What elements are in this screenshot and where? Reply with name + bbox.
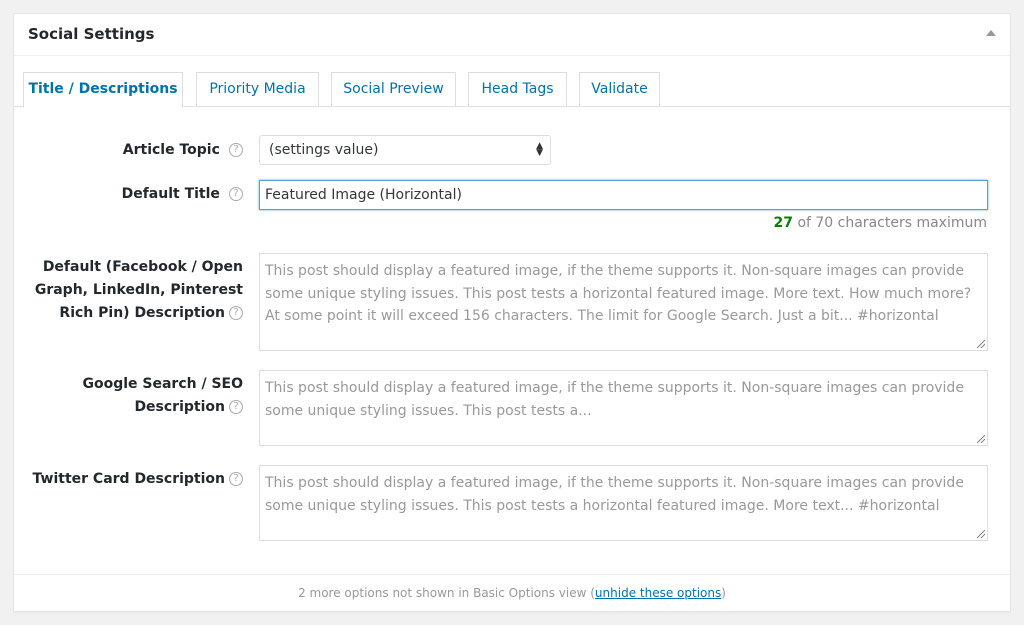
tab-head-tags[interactable]: Head Tags	[468, 72, 567, 107]
default-title-label-group: Default Title ?	[28, 183, 243, 206]
character-counter: 27 of 70 characters maximum	[774, 215, 987, 231]
resize-grip-icon[interactable]	[977, 435, 985, 443]
footer-text-end: )	[721, 586, 726, 600]
help-icon[interactable]: ?	[229, 472, 243, 486]
help-icon[interactable]: ?	[229, 186, 243, 201]
article-topic-select[interactable]: (settings value) ▲ ▼	[259, 135, 551, 165]
default-description-textarea[interactable]: This post should display a featured imag…	[259, 253, 988, 351]
tab-title-descriptions[interactable]: Title / Descriptions	[23, 72, 183, 108]
twitter-description-placeholder: This post should display a featured imag…	[265, 475, 964, 514]
default-description-label-line3: Rich Pin) Description	[59, 305, 225, 321]
tab-priority-media[interactable]: Priority Media	[196, 72, 319, 107]
resize-grip-icon[interactable]	[977, 530, 985, 538]
seo-description-label-line1: Google Search / SEO	[82, 376, 243, 392]
character-count: 27	[773, 215, 793, 231]
article-topic-value: (settings value)	[269, 142, 379, 158]
twitter-description-label-group: Twitter Card Description?	[28, 468, 243, 491]
panel-header: Social Settings	[14, 14, 1010, 56]
character-count-suffix: of 70 characters maximum	[797, 215, 987, 231]
seo-description-placeholder: This post should display a featured imag…	[265, 380, 964, 419]
social-settings-panel: Social Settings Title / Descriptions Pri…	[13, 13, 1011, 612]
tabs-bar: Title / Descriptions Priority Media Soci…	[14, 56, 1010, 108]
help-icon[interactable]: ?	[229, 306, 243, 320]
default-description-label-line2: Graph, LinkedIn, Pinterest	[34, 282, 243, 298]
footer-text: 2 more options not shown in Basic Option…	[298, 586, 595, 600]
resize-grip-icon[interactable]	[977, 340, 985, 348]
twitter-description-textarea[interactable]: This post should display a featured imag…	[259, 465, 988, 541]
article-topic-label: Article Topic	[122, 142, 220, 158]
default-title-input[interactable]: Featured Image (Horizontal)	[259, 180, 988, 210]
select-arrows-icon: ▲ ▼	[536, 141, 543, 158]
unhide-options-link[interactable]: unhide these options	[595, 586, 721, 600]
twitter-description-label: Twitter Card Description	[32, 471, 225, 487]
help-icon[interactable]: ?	[229, 400, 243, 414]
tab-social-preview[interactable]: Social Preview	[331, 72, 456, 107]
seo-description-label-group: Google Search / SEO Description?	[28, 373, 243, 419]
default-title-label: Default Title	[121, 186, 220, 202]
seo-description-textarea[interactable]: This post should display a featured imag…	[259, 370, 988, 446]
help-icon[interactable]: ?	[229, 142, 243, 157]
article-topic-label-group: Article Topic ?	[28, 139, 243, 162]
default-description-placeholder: This post should display a featured imag…	[265, 263, 972, 324]
collapse-toggle-icon[interactable]	[986, 30, 996, 36]
panel-footer: 2 more options not shown in Basic Option…	[14, 574, 1010, 611]
tab-validate[interactable]: Validate	[579, 72, 660, 107]
default-description-label-group: Default (Facebook / Open Graph, LinkedIn…	[28, 256, 243, 325]
default-description-label-line1: Default (Facebook / Open	[42, 259, 243, 275]
seo-description-label-line2: Description	[134, 399, 225, 415]
panel-title: Social Settings	[28, 25, 155, 43]
